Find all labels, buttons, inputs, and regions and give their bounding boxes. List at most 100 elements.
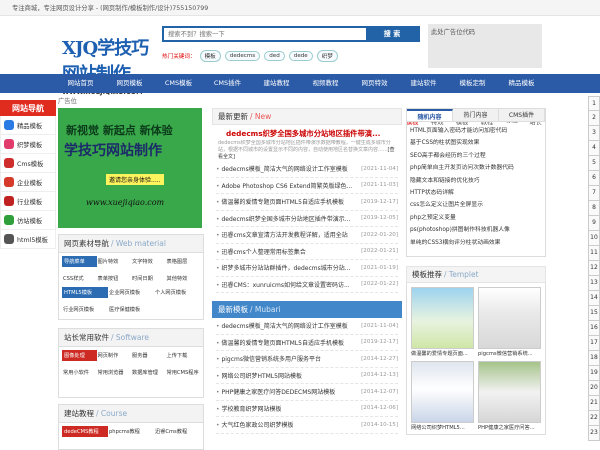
tab-cms-plugins[interactable]: CMS插件 xyxy=(499,109,545,121)
floor-link[interactable]: 16 xyxy=(588,321,600,336)
site-nav-item[interactable]: 仿站模板 xyxy=(0,211,56,230)
list-item[interactable]: 迅睿cms个人整理常用标签集合[2022-01-21] xyxy=(216,244,398,260)
floor-link[interactable]: 12 xyxy=(588,261,600,276)
list-item[interactable]: dedecms织梦全国多城市分站地区插件带演示...[2019-12-05] xyxy=(216,211,398,227)
list-item[interactable]: 基于CSS的柱状图实现效果 xyxy=(410,137,542,149)
floor-link[interactable]: 21 xyxy=(588,396,600,411)
software-tag[interactable]: 常用CMS程序 xyxy=(166,367,201,378)
list-item[interactable]: 大气红色家政公司织梦模板[2014-10-15] xyxy=(216,417,398,434)
material-tag[interactable]: 其他特效 xyxy=(166,273,201,284)
nav-item-tutorials[interactable]: 建站教程 xyxy=(252,74,301,93)
list-item[interactable]: dedecms模板_简洁大气的网络设计工作室模板[2021-11-04] xyxy=(216,318,398,335)
keyword-tag[interactable]: dedecms xyxy=(224,51,261,61)
site-logo[interactable]: XJQ学技巧网站制作 WWW.XUEJIQIAO.COM xyxy=(62,34,162,96)
keyword-tag[interactable]: 模板 xyxy=(199,50,221,62)
floor-link[interactable]: 10 xyxy=(588,231,600,246)
nav-item-software[interactable]: 建站软件 xyxy=(399,74,448,93)
template-card[interactable]: PHP健康之家医疗问答... xyxy=(478,361,541,431)
site-nav-item[interactable]: 织梦模板 xyxy=(0,135,56,154)
list-item[interactable]: 做温馨的爱情专题页面HTML5自适应手机模板[2019-12-17] xyxy=(216,335,398,351)
nav-item-custom[interactable]: 模板定制 xyxy=(448,74,497,93)
search-input[interactable] xyxy=(164,28,366,40)
headline-link[interactable]: dedecms织梦全国多城市分站地区插件带演... xyxy=(226,129,402,139)
material-tag[interactable]: HTML5模板 xyxy=(62,287,108,298)
material-tag[interactable]: 企业网页模板 xyxy=(108,287,154,298)
floor-link[interactable]: 19 xyxy=(588,366,600,381)
list-item[interactable]: 学校教育织梦网站模板[2014-12-06] xyxy=(216,401,398,417)
floor-link[interactable]: 7 xyxy=(588,186,600,201)
course-tag[interactable]: 迅睿Cms教程 xyxy=(154,426,200,437)
list-item[interactable]: 网络公司织梦HTML5网站模板[2014-12-13] xyxy=(216,368,398,384)
list-item[interactable]: css怎么定义让图片全屏显示 xyxy=(410,199,542,211)
list-item[interactable]: HTML页面输入密码才能访问加密代码 xyxy=(410,125,542,137)
material-tag[interactable]: 行业网页模板 xyxy=(62,304,108,315)
list-item[interactable]: 单纯的CSS3横向评分柱状动画效果 xyxy=(410,237,542,249)
floor-link[interactable]: 3 xyxy=(588,126,600,141)
site-nav-item[interactable]: Cms模板 xyxy=(0,154,56,173)
search-button[interactable]: 搜 索 xyxy=(366,28,418,40)
nav-item-cms-plugins[interactable]: CMS插件 xyxy=(203,74,252,93)
floor-link[interactable]: 2 xyxy=(588,111,600,126)
site-nav-item[interactable]: 行业模板 xyxy=(0,192,56,211)
template-card[interactable]: pigcms微信营销系统... xyxy=(478,287,541,357)
nav-item-effects[interactable]: 网页特效 xyxy=(350,74,399,93)
floor-link[interactable]: 9 xyxy=(588,216,600,231)
material-tag[interactable]: 医疗保健模板 xyxy=(108,304,154,315)
material-tag[interactable]: 文字特效 xyxy=(131,256,166,267)
floor-link[interactable]: 6 xyxy=(588,171,600,186)
software-tag[interactable]: 数据库管理 xyxy=(131,367,166,378)
list-item[interactable]: Adobe Photoshop CS6 Extend简繁英版绿色...[2021… xyxy=(216,178,398,194)
floor-link[interactable]: 22 xyxy=(588,411,600,426)
material-tag[interactable]: 图片特效 xyxy=(97,256,132,267)
material-tag[interactable]: 时间日期 xyxy=(131,273,166,284)
floor-link[interactable]: 5 xyxy=(588,156,600,171)
list-item[interactable]: php之预定义变量 xyxy=(410,212,542,224)
tab-random[interactable]: 随机内容 xyxy=(407,109,453,121)
keyword-tag[interactable]: 织梦 xyxy=(316,50,338,62)
software-tag[interactable]: 上传下载 xyxy=(166,350,201,361)
nav-item-cms-templates[interactable]: CMS模板 xyxy=(154,74,203,93)
keyword-tag[interactable]: dede xyxy=(288,51,313,61)
floor-link[interactable]: 23 xyxy=(588,426,600,441)
floor-link[interactable]: 17 xyxy=(588,336,600,351)
floor-link[interactable]: 14 xyxy=(588,291,600,306)
list-item[interactable]: dedecms模板_简洁大气的网络设计工作室模板[2021-11-04] xyxy=(216,161,398,178)
list-item[interactable]: 隐藏文本和链接的优化技巧 xyxy=(410,175,542,187)
list-item[interactable]: HTTP状态码详解 xyxy=(410,187,542,199)
floor-link[interactable]: 13 xyxy=(588,276,600,291)
tab-popular[interactable]: 热门内容 xyxy=(453,109,499,121)
course-tag[interactable]: dedeCMS教程 xyxy=(62,426,108,437)
nav-item-home[interactable]: 网站首页 xyxy=(56,74,105,93)
floor-link[interactable]: 8 xyxy=(588,201,600,216)
promo-banner[interactable]: 新视觉 新起点 新体验 学技巧网站制作 邀请您亲身体验..... www.xue… xyxy=(58,108,202,228)
nav-item-videos[interactable]: 视频教程 xyxy=(301,74,350,93)
material-tag[interactable]: 个人网页模板 xyxy=(154,287,200,298)
floor-link[interactable]: 4 xyxy=(588,141,600,156)
floor-link[interactable]: 20 xyxy=(588,381,600,396)
list-item[interactable]: php简单自主开发页访问次数计数器代码 xyxy=(410,162,542,174)
nav-item-web-templates[interactable]: 网页模板 xyxy=(105,74,154,93)
material-tag[interactable]: 表格图层 xyxy=(166,256,201,267)
header-ad[interactable]: 此处广告位代码 xyxy=(428,24,542,68)
software-tag[interactable]: 图像处理 xyxy=(62,350,97,361)
list-item[interactable]: 迅睿cms文章宣清方法开发教程详解，适用全站[2022-01-20] xyxy=(216,227,398,244)
list-item[interactable]: 迅睿CMS：xunruicms如何给文章设置密码访...[2022-01-22] xyxy=(216,277,398,293)
floor-link[interactable]: 15 xyxy=(588,306,600,321)
list-item[interactable]: ps(photoshop)拼图制作科技机器人像 xyxy=(410,224,542,236)
site-nav-item[interactable]: 企业模板 xyxy=(0,173,56,192)
list-item[interactable]: 做温馨的爱情专题页面HTML5自适应手机模板[2019-12-17] xyxy=(216,194,398,211)
site-nav-item[interactable]: 精品模板 xyxy=(0,116,56,135)
course-tag[interactable]: phpcms教程 xyxy=(108,426,154,437)
template-card[interactable]: 网络公司织梦HTML5... xyxy=(411,361,474,431)
material-tag[interactable]: CSS样式 xyxy=(62,273,97,284)
site-nav-item[interactable]: html5模板 xyxy=(0,230,56,249)
floor-link[interactable]: 11 xyxy=(588,246,600,261)
keyword-tag[interactable]: ded xyxy=(264,51,285,61)
list-item[interactable]: 织梦多城市分站站群插件，dedecms城市分站...[2021-01-19] xyxy=(216,260,398,277)
material-tag[interactable]: 表单按钮 xyxy=(97,273,132,284)
software-tag[interactable]: 常用小软件 xyxy=(62,367,97,378)
list-item[interactable]: pigcms微信营销系统多用户服务平台[2014-12-27] xyxy=(216,351,398,368)
list-item[interactable]: PHP健康之家医疗问答DEDECMS网站模板[2014-12-07] xyxy=(216,384,398,401)
floor-link[interactable]: 1 xyxy=(588,96,600,111)
floor-link[interactable]: 18 xyxy=(588,351,600,366)
